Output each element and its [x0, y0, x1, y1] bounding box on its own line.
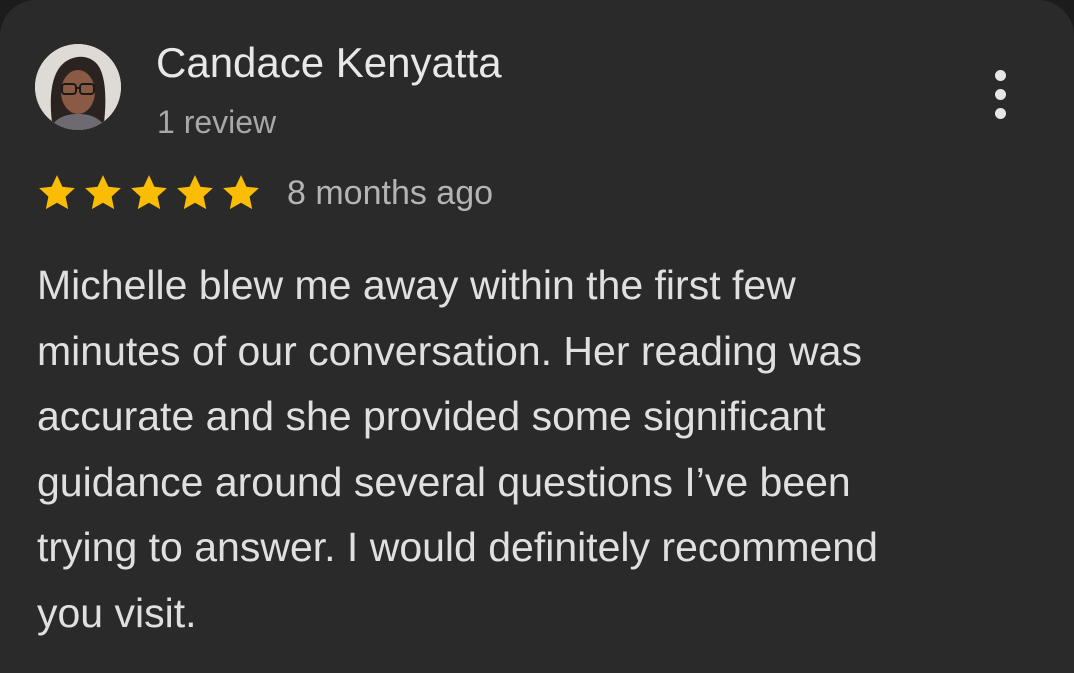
- more-vert-icon: [994, 88, 1006, 100]
- star-icon: [39, 175, 75, 210]
- star-icon: [85, 175, 121, 210]
- star-icon: [223, 175, 259, 210]
- review-text-line: guidance around several questions I’ve b…: [37, 458, 851, 505]
- review-text: Michelle blew me away within the first f…: [37, 253, 1047, 646]
- review-text-line: trying to answer. I would definitely rec…: [37, 524, 878, 570]
- avatar-photo: [35, 44, 121, 130]
- author-review-count: 1 review: [157, 104, 277, 140]
- more-vert-icon: [994, 107, 1006, 119]
- rating-row: 8 months ago: [35, 170, 493, 216]
- more-options-button[interactable]: [978, 64, 1022, 124]
- author-avatar[interactable]: [35, 44, 121, 130]
- star-rating: [35, 172, 263, 214]
- review-card: Candace Kenyatta 1 review 8 months ago M…: [0, 0, 1074, 673]
- review-time: 8 months ago: [287, 174, 494, 212]
- review-text-line: minutes of our conversation. Her reading…: [37, 327, 862, 374]
- author-name[interactable]: Candace Kenyatta: [156, 38, 502, 88]
- review-text-line: you visit.: [37, 589, 197, 636]
- more-vert-icon: [994, 69, 1006, 81]
- star-icon: [131, 175, 167, 210]
- star-icon: [177, 175, 213, 210]
- review-text-line: Michelle blew me away within the first f…: [37, 262, 796, 308]
- review-text-line: accurate and she provided some significa…: [37, 393, 826, 439]
